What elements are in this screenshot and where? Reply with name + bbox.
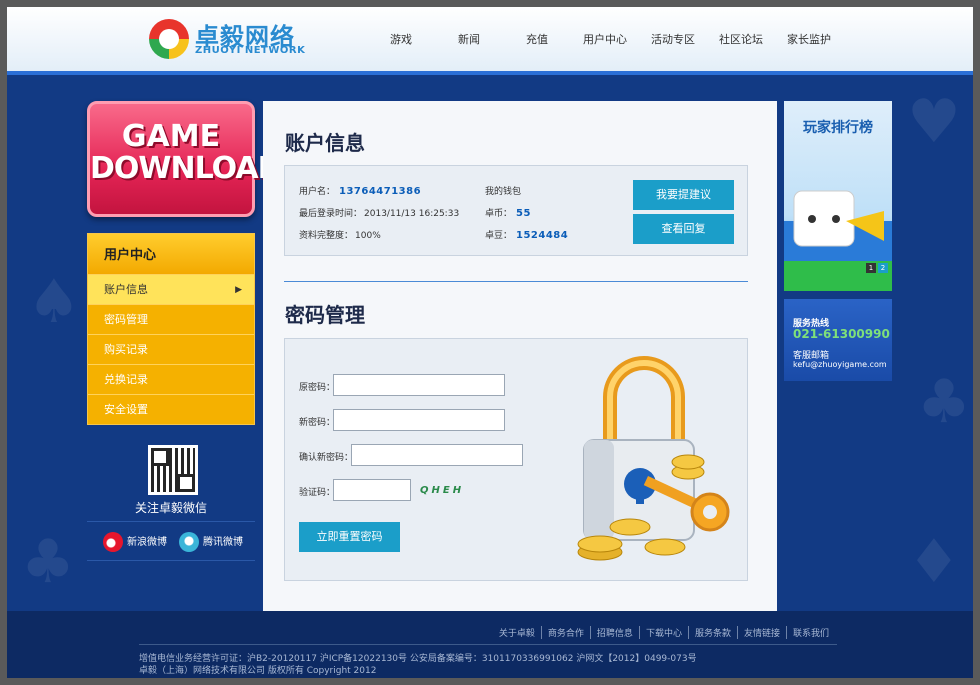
tencent-weibo-link[interactable]: 腾讯微博 xyxy=(179,532,243,552)
menu-title: 用户中心 xyxy=(88,234,254,274)
completeness-value: 100% xyxy=(355,231,381,241)
sina-weibo-icon xyxy=(103,532,123,552)
sidebar-item-label: 安全设置 xyxy=(104,403,148,416)
sidebar-item-label: 兑换记录 xyxy=(104,373,148,386)
logo-mark-icon xyxy=(149,19,189,59)
hotline-number: 021-61300990 xyxy=(793,327,890,341)
game-download-banner[interactable]: GAME DOWNLOAD xyxy=(87,101,282,217)
qr-pattern xyxy=(151,448,195,492)
logo-text-en: ZHUOYI NETWORK xyxy=(195,45,306,56)
account-info-title: 账户信息 xyxy=(285,131,365,155)
last-login-label: 最后登录时间： xyxy=(299,209,363,219)
captcha-image[interactable]: QHEH xyxy=(420,485,464,496)
banner-line-2: DOWNLOAD xyxy=(90,151,282,186)
diamond-decor-icon: ♦ xyxy=(907,527,961,597)
footer-divider xyxy=(139,644,837,645)
spade-decor-icon: ♠ xyxy=(27,267,81,337)
sidebar-item-label: 账户信息 xyxy=(104,283,148,296)
footer-link-about[interactable]: 关于卓毅 xyxy=(493,626,541,639)
social-links: 新浪微博 腾讯微博 xyxy=(87,521,255,561)
confirm-password-label: 确认新密码： xyxy=(299,453,354,463)
ranking-title: 玩家排行榜 xyxy=(803,120,873,136)
captcha-input[interactable] xyxy=(333,479,411,501)
sidebar-item-label: 密码管理 xyxy=(104,313,148,326)
completeness-field: 资料完整度： 100% xyxy=(299,228,381,241)
banner-line-1: GAME xyxy=(121,119,221,154)
main-content: 账户信息 用户名： 13764471386 最后登录时间： 2013/11/13 1… xyxy=(263,101,777,611)
wallet-label: 我的钱包 xyxy=(485,187,522,197)
username-field: 用户名： 13764471386 xyxy=(299,184,421,197)
slide-dot-1[interactable]: 1 xyxy=(866,263,876,273)
club-decor-icon: ♣ xyxy=(21,527,75,597)
email-value: kefu@zhuoyigame.com xyxy=(793,360,887,369)
site-header: 卓毅网络 ZHUOYI NETWORK 游戏 新闻 充值 用户中心 活动专区 社… xyxy=(7,7,973,75)
slide-dot-2[interactable]: 2 xyxy=(878,263,888,273)
footer-copyright: 卓毅（上海）网络技术有限公司 版权所有 Copyright 2012 xyxy=(139,666,377,676)
footer-link-jobs[interactable]: 招聘信息 xyxy=(589,626,639,639)
coin-label: 卓币： xyxy=(485,209,513,219)
account-info-box: 用户名： 13764471386 最后登录时间： 2013/11/13 16:25:… xyxy=(284,165,748,256)
club-decor-icon-right: ♣ xyxy=(917,367,971,437)
chevron-right-icon: ▶ xyxy=(235,285,242,295)
user-center-menu: 用户中心 账户信息 ▶ 密码管理 购买记录 兑换记录 安全设置 xyxy=(87,233,255,425)
new-password-input[interactable] xyxy=(333,409,505,431)
nav-item-events[interactable]: 活动专区 xyxy=(639,31,707,47)
nav-item-games[interactable]: 游戏 xyxy=(367,31,435,47)
tencent-weibo-label: 腾讯微博 xyxy=(203,537,243,548)
qr-caption: 关注卓毅微信 xyxy=(134,501,207,515)
site-logo[interactable]: 卓毅网络 ZHUOYI NETWORK xyxy=(147,17,307,61)
username-value: 13764471386 xyxy=(339,186,422,197)
footer-links: 关于卓毅 商务合作 招聘信息 下载中心 服务条款 友情链接 联系我们 xyxy=(493,626,835,639)
completeness-label: 资料完整度： xyxy=(299,231,354,241)
nav-item-parental[interactable]: 家长监护 xyxy=(775,31,843,47)
bean-value: 1524484 xyxy=(516,230,569,241)
sidebar-item-label: 购买记录 xyxy=(104,343,148,356)
footer-link-friends[interactable]: 友情链接 xyxy=(736,626,786,639)
heart-decor-icon: ♥ xyxy=(907,87,961,157)
coin-value: 55 xyxy=(516,208,531,219)
footer-link-downloads[interactable]: 下载中心 xyxy=(638,626,688,639)
last-login-field: 最后登录时间： 2013/11/13 16:25:33 xyxy=(299,206,459,219)
password-title: 密码管理 xyxy=(285,303,365,327)
confirm-password-input[interactable] xyxy=(351,444,523,466)
nav-item-forum[interactable]: 社区论坛 xyxy=(707,31,775,47)
footer-link-business[interactable]: 商务合作 xyxy=(540,626,590,639)
footer-link-terms[interactable]: 服务条款 xyxy=(687,626,737,639)
wechat-qr-code xyxy=(148,445,198,495)
section-divider xyxy=(284,281,748,282)
bean-field: 卓豆： 1524484 xyxy=(485,228,568,241)
sidebar-item-account-info[interactable]: 账户信息 ▶ xyxy=(88,274,254,304)
nav-item-news[interactable]: 新闻 xyxy=(435,31,503,47)
coin-field: 卓币： 55 xyxy=(485,206,531,219)
new-password-label: 新密码： xyxy=(299,418,336,428)
page-frame: 卓毅网络 ZHUOYI NETWORK 游戏 新闻 充值 用户中心 活动专区 社… xyxy=(7,7,973,678)
sidebar-item-password[interactable]: 密码管理 xyxy=(88,304,254,334)
suggest-button[interactable]: 我要提建议 xyxy=(633,180,734,210)
old-password-label: 原密码： xyxy=(299,383,336,393)
footer-link-contact[interactable]: 联系我们 xyxy=(785,626,835,639)
view-replies-button[interactable]: 查看回复 xyxy=(633,214,734,244)
sina-weibo-label: 新浪微博 xyxy=(127,537,167,548)
padlock-key-illustration xyxy=(577,356,730,561)
username-label: 用户名： xyxy=(299,187,336,197)
old-password-input[interactable] xyxy=(333,374,505,396)
player-ranking-banner[interactable]: 玩家排行榜 1 2 xyxy=(784,101,892,291)
service-hotline-box: 服务热线 021-61300990 客服邮箱 kefu@zhuoyigame.c… xyxy=(784,299,892,381)
sidebar-item-redemptions[interactable]: 兑换记录 xyxy=(88,364,254,394)
sidebar-item-purchases[interactable]: 购买记录 xyxy=(88,334,254,364)
sidebar-item-security[interactable]: 安全设置 xyxy=(88,394,254,424)
last-login-value: 2013/11/13 16:25:33 xyxy=(364,209,460,219)
bean-label: 卓豆： xyxy=(485,231,513,241)
nav-item-user-center[interactable]: 用户中心 xyxy=(571,31,639,47)
password-box: 原密码： 新密码： 确认新密码： 验证码： QHEH 立即重置密码 xyxy=(284,338,748,581)
nav-item-recharge[interactable]: 充值 xyxy=(503,31,571,47)
sina-weibo-link[interactable]: 新浪微博 xyxy=(103,532,167,552)
tencent-weibo-icon xyxy=(179,532,199,552)
site-footer: 关于卓毅 商务合作 招聘信息 下载中心 服务条款 友情链接 联系我们 增值电信业… xyxy=(7,611,973,678)
captcha-label: 验证码： xyxy=(299,488,336,498)
reset-password-button[interactable]: 立即重置密码 xyxy=(299,522,400,552)
main-nav: 游戏 新闻 充值 用户中心 活动专区 社区论坛 家长监护 xyxy=(367,31,843,47)
